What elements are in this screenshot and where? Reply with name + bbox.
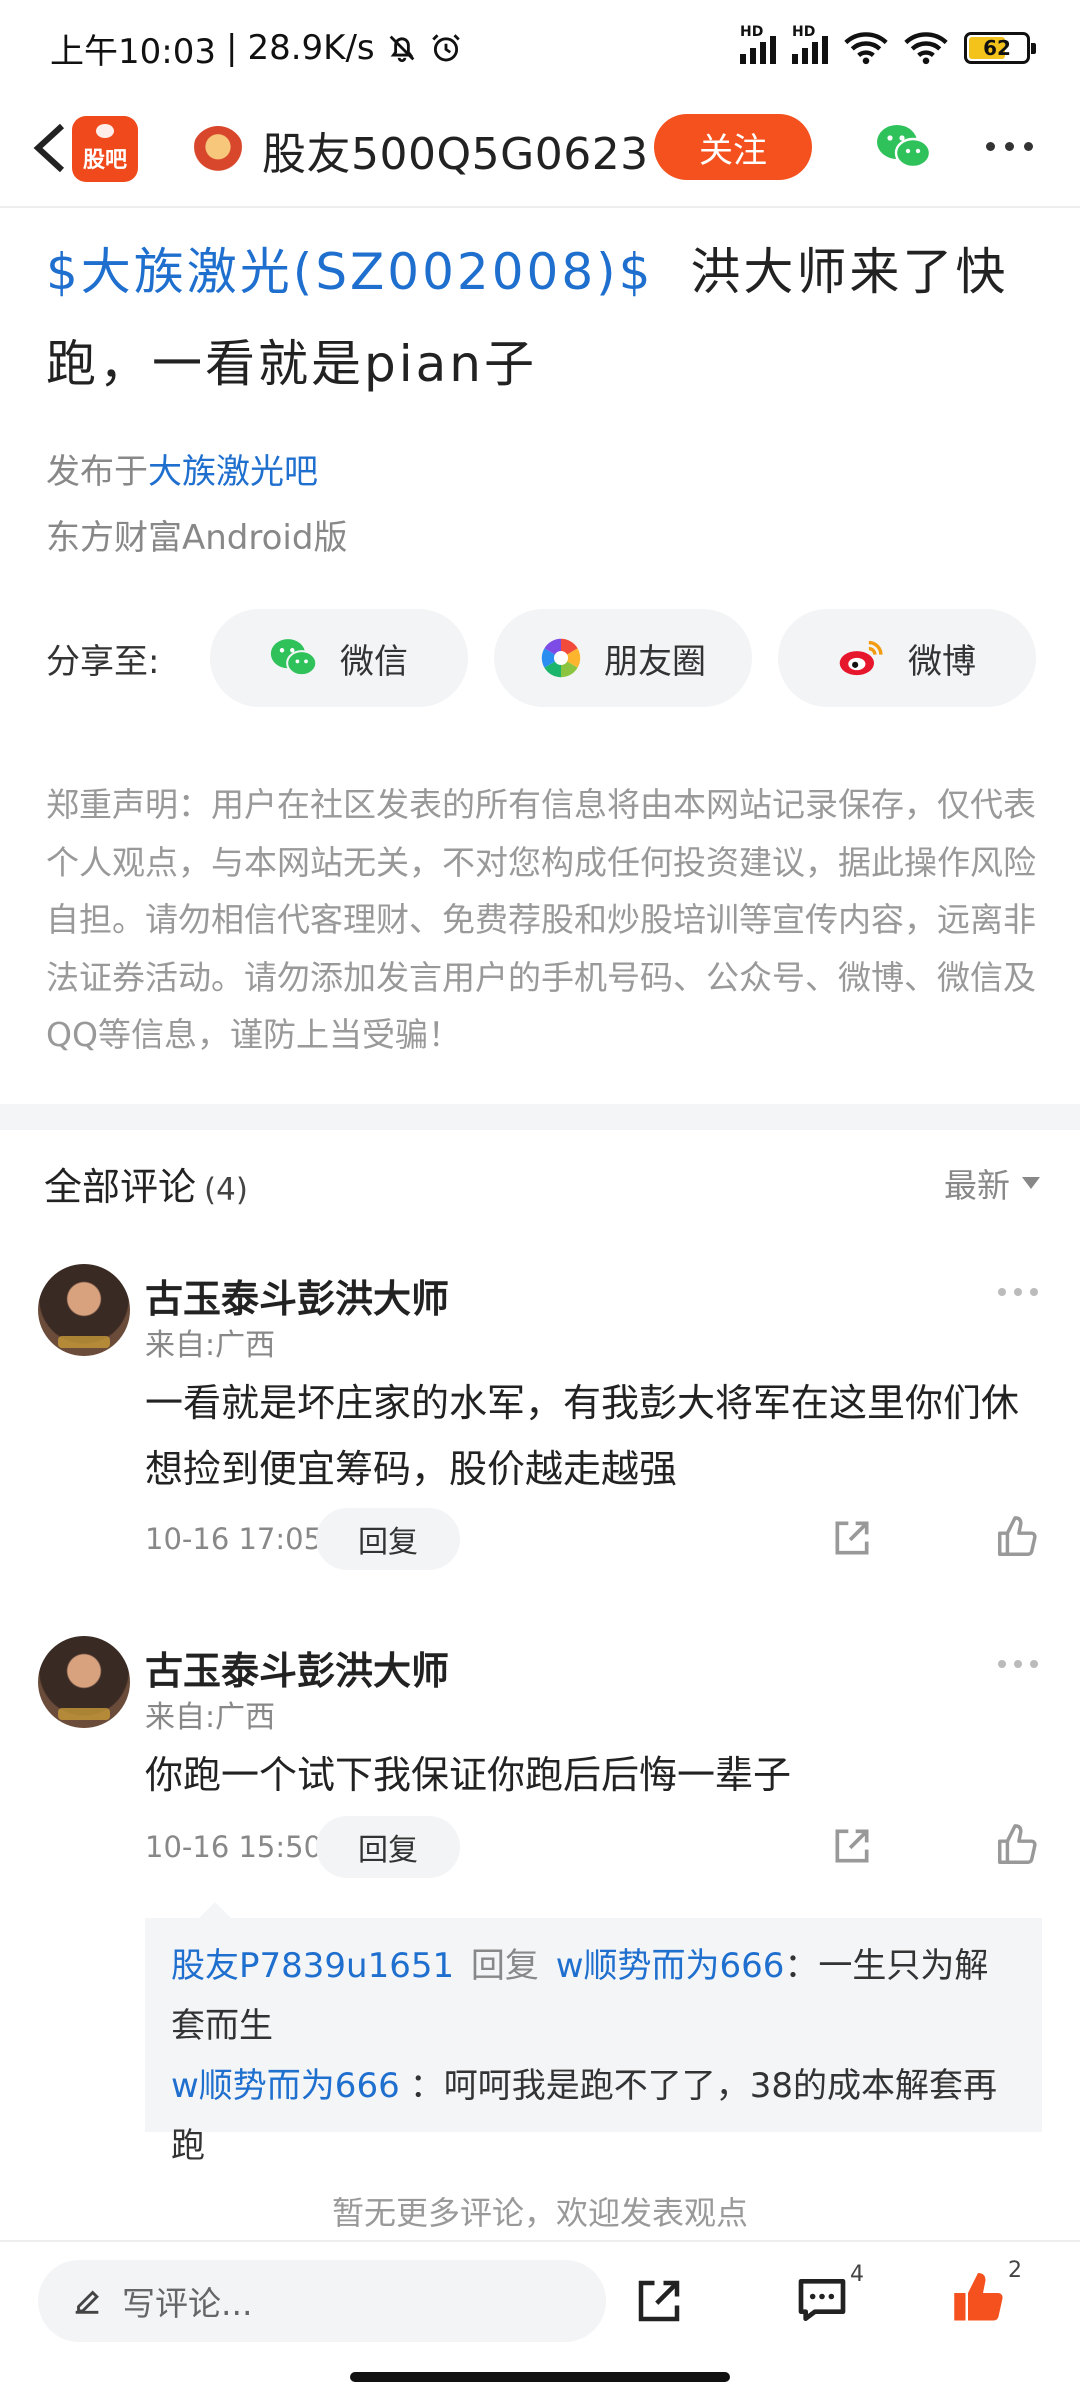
share-weibo-button[interactable]: 微博 [778,609,1036,707]
wifi-icon [844,32,888,65]
share-icon [835,1829,869,1863]
commenter-avatar[interactable] [38,1264,130,1356]
commenter-name[interactable]: 古玉泰斗彭洪大师 [145,1640,449,1695]
more-options-button[interactable] [986,142,1033,151]
chevron-down-icon [1022,1177,1040,1189]
follow-button[interactable]: 关注 [654,114,812,180]
bell-muted-icon [389,35,414,63]
share-label: 分享至: [46,641,160,682]
sort-label: 最新 [944,1166,1010,1205]
commenter-location: 来自:广西 [145,1328,276,1363]
post-text-line2: 跑，一看就是pian子 [46,335,537,393]
wechat-share-button[interactable] [876,124,932,174]
pencil-icon [75,2290,99,2314]
comment-share-button[interactable] [830,1516,874,1564]
nested-replies: 股友P7839u1651 回复 w顺势而为666：一生只为解套而生 w顺势而为6… [145,1902,1042,2166]
status-time: 上午10:03 [50,31,216,72]
status-separator: | [225,28,238,68]
share-icon [835,1521,869,1555]
share-moments-label: 朋友圈 [604,641,706,682]
network-speed: 28.9K/s [247,28,375,68]
comment-icon [798,2279,846,2321]
like-post-button[interactable]: 2 [948,2258,1022,2332]
comments-count: (4) [204,1171,248,1208]
commenter-name[interactable]: 古玉泰斗彭洪大师 [145,1268,449,1323]
comment-time: 10-16 15:50 [145,1830,323,1864]
wechat-icon [270,639,318,677]
reply-target-user[interactable]: w顺势而为666 [556,1946,785,1986]
reply-item[interactable]: w顺势而为666 ：呵呵我是跑不了了，38的成本解套再跑 [171,2056,1016,2176]
weibo-icon [839,640,883,676]
top-nav-bar: 股吧 股友500Q5G0623 关注 [0,96,1080,208]
comment-share-button[interactable] [830,1824,874,1872]
post-source: 发布于大族激光吧 [46,444,318,493]
home-indicator[interactable] [350,2372,730,2382]
thumbs-up-filled-icon [954,2273,1003,2321]
comment-time: 10-16 17:05 [145,1522,323,1556]
reply-user[interactable]: w顺势而为666 [171,2066,400,2106]
comments-title: 全部评论 (4) [44,1156,248,1211]
author-avatar[interactable] [192,126,244,178]
commenter-location: 来自:广西 [145,1700,276,1735]
comment-like-button[interactable] [994,1822,1040,1872]
back-button[interactable] [22,118,78,178]
share-weibo-label: 微博 [908,641,976,682]
published-prefix: 发布于 [46,452,148,492]
commenter-avatar[interactable] [38,1636,130,1728]
comment-more-button[interactable] [998,1660,1038,1668]
comment-input[interactable]: 写评论... [38,2260,606,2342]
bottom-action-bar: 写评论... 4 2 [0,2240,1080,2360]
bar-link[interactable]: 大族激光吧 [148,452,318,492]
signal-icon-2: HD [792,24,828,64]
stock-tag-link[interactable]: $大族激光(SZ002008)$ [46,243,654,301]
comment-like-button[interactable] [994,1514,1040,1564]
moments-icon [541,638,581,678]
status-left: 上午10:03 | 28.9K/s [50,24,463,73]
reply-word: 回复 [470,1946,539,1986]
share-wechat-label: 微信 [340,641,408,682]
post-text-line1: 洪大师来了快 [690,243,1009,301]
alarm-icon [431,34,460,62]
comment-more-button[interactable] [998,1288,1038,1296]
share-moments-button[interactable]: 朋友圈 [494,609,752,707]
author-name[interactable]: 股友500Q5G0623 [262,118,649,182]
battery-level: 62 [983,36,1011,60]
status-right: HD HD 62 [740,24,1036,65]
thumbs-up-icon [998,1516,1037,1556]
reply-item[interactable]: 股友P7839u1651 回复 w顺势而为666：一生只为解套而生 [171,1936,1016,2056]
reply-button[interactable]: 回复 [316,1816,460,1878]
like-count-badge: 2 [1008,2258,1022,2283]
no-more-comments: 暂无更多评论，欢迎发表观点 [331,2194,748,2232]
reply-button[interactable]: 回复 [316,1508,460,1570]
share-wechat-button[interactable]: 微信 [210,609,468,707]
post-client: 东方财富Android版 [46,518,348,558]
guba-logo[interactable]: 股吧 [72,116,138,182]
post-content: $大族激光(SZ002008)$ 洪大师来了快 跑，一看就是pian子 [46,226,1046,410]
share-icon [638,2280,680,2322]
comments-title-label: 全部评论 [44,1164,197,1209]
sort-dropdown[interactable]: 最新 [944,1159,1040,1207]
battery-icon: 62 [964,32,1036,64]
comment-text: 你跑一个试下我保证你跑后后悔一辈子 [145,1753,792,1797]
disclaimer-text: 郑重声明：用户在社区发表的所有信息将由本网站记录保存，仅代表个人观点，与本网站无… [46,785,1036,1054]
comment-input-placeholder: 写评论... [122,2284,253,2323]
thumbs-up-icon [998,1824,1037,1864]
comments-header: 全部评论 (4) 最新 [44,1150,1040,1216]
reply-user[interactable]: 股友P7839u1651 [171,1946,454,1986]
comment-count-badge: 4 [850,2262,864,2287]
share-row: 分享至: 微信 朋友圈 微博 [46,608,1046,708]
wechat-icon [877,125,932,169]
comments-button[interactable]: 4 [794,2262,864,2332]
back-arrow-icon [33,123,65,173]
section-divider [0,1104,1080,1130]
wifi-icon-2 [904,32,948,65]
comment-text: 一看就是坏庄家的水军，有我彭大将军在这里你们休想捡到便宜筹码，股价越走越强 [145,1381,1020,1491]
status-bar: 上午10:03 | 28.9K/s HD HD 62 [0,0,1080,96]
signal-icon: HD [740,24,776,64]
share-post-button[interactable] [632,2274,686,2332]
